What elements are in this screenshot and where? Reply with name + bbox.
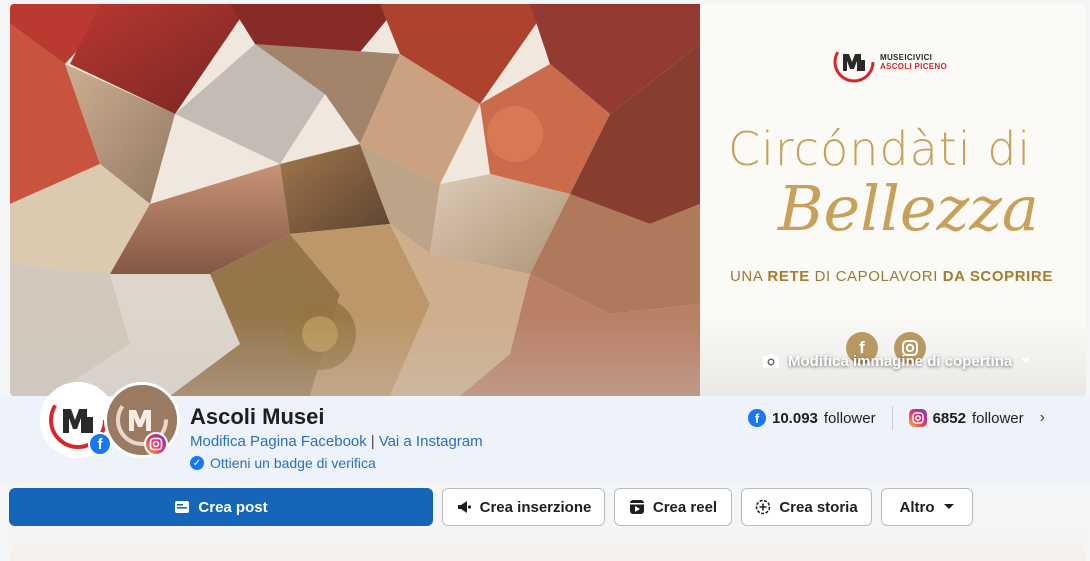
tagline-part: DI CAPOLAVORI <box>809 268 943 285</box>
cover-tagline-line-2: Bellezza <box>778 172 1039 245</box>
megaphone-icon <box>457 501 471 513</box>
chevron-right-icon[interactable]: › <box>1040 409 1045 427</box>
tagline-bold: RETE <box>767 268 810 285</box>
create-story-label: Crea storia <box>779 498 858 516</box>
create-story-button[interactable]: Crea storia <box>741 488 872 526</box>
link-separator: | <box>370 433 375 450</box>
create-post-label: Crea post <box>198 498 268 516</box>
tagline-bold: DA SCOPRIRE <box>942 268 1053 285</box>
cover-tagline-line-1: Circóndàti di <box>728 122 1032 176</box>
more-label: Altro <box>899 498 935 516</box>
create-ad-button[interactable]: Crea inserzione <box>442 488 605 526</box>
verification-badge-link[interactable]: ✓ Ottieni un badge di verifica <box>190 455 376 471</box>
verified-check-icon: ✓ <box>190 456 204 470</box>
instagram-followers-count: 6852 <box>932 409 966 427</box>
cover-photo[interactable]: MUSEICIVICI ASCOLI PICENO Circóndàti di … <box>10 4 1086 396</box>
followers-summary[interactable]: f 10.093 follower 6852 follower › <box>748 406 1045 430</box>
facebook-followers-count: 10.093 <box>772 409 818 427</box>
instagram-icon <box>908 409 927 427</box>
cover-tagline-line-3: UNA RETE DI CAPOLAVORI DA SCOPRIRE <box>730 268 1053 285</box>
facebook-followers: f 10.093 follower <box>748 409 876 427</box>
edit-cover-label: Modifica immagine di copertina <box>788 352 1013 370</box>
verification-label: Ottieni un badge di verifica <box>210 455 376 471</box>
edit-cover-button[interactable]: Modifica immagine di copertina <box>762 346 1032 376</box>
brand-line-1: MUSEICIVICI <box>880 53 933 62</box>
go-to-instagram-link[interactable]: Vai a Instagram <box>379 433 483 450</box>
caret-down-icon <box>943 504 954 509</box>
caret-down-icon <box>1021 358 1032 363</box>
create-post-button[interactable]: Crea post <box>9 488 433 526</box>
more-button[interactable]: Altro <box>881 488 973 526</box>
create-reel-label: Crea reel <box>652 498 718 516</box>
divider <box>891 406 893 430</box>
page-links: Modifica Pagina Facebook | Vai a Instagram <box>190 433 483 450</box>
reel-icon <box>629 500 644 514</box>
edit-facebook-page-link[interactable]: Modifica Pagina Facebook <box>190 433 367 450</box>
facebook-page-header: MUSEICIVICI ASCOLI PICENO Circóndàti di … <box>0 0 1090 561</box>
create-reel-button[interactable]: Crea reel <box>614 488 732 526</box>
museum-logo: MUSEICIVICI ASCOLI PICENO <box>832 40 947 84</box>
content-divider <box>10 534 1086 561</box>
facebook-followers-label: follower <box>823 409 876 427</box>
instagram-followers: 6852 follower <box>908 409 1024 427</box>
post-icon <box>175 501 190 513</box>
instagram-followers-label: follower <box>971 409 1024 427</box>
museum-logo-icon <box>833 41 875 83</box>
camera-icon <box>763 354 779 368</box>
brand-line-2: ASCOLI PICENO <box>880 62 948 71</box>
instagram-profile-avatar[interactable] <box>104 382 180 458</box>
tagline-part: UNA <box>730 268 768 285</box>
create-ad-label: Crea inserzione <box>479 498 592 516</box>
add-story-icon <box>756 499 771 515</box>
facebook-icon: f <box>748 409 766 427</box>
page-title: Ascoli Musei <box>190 404 325 429</box>
instagram-icon <box>144 432 168 456</box>
facebook-icon: f <box>88 432 112 456</box>
